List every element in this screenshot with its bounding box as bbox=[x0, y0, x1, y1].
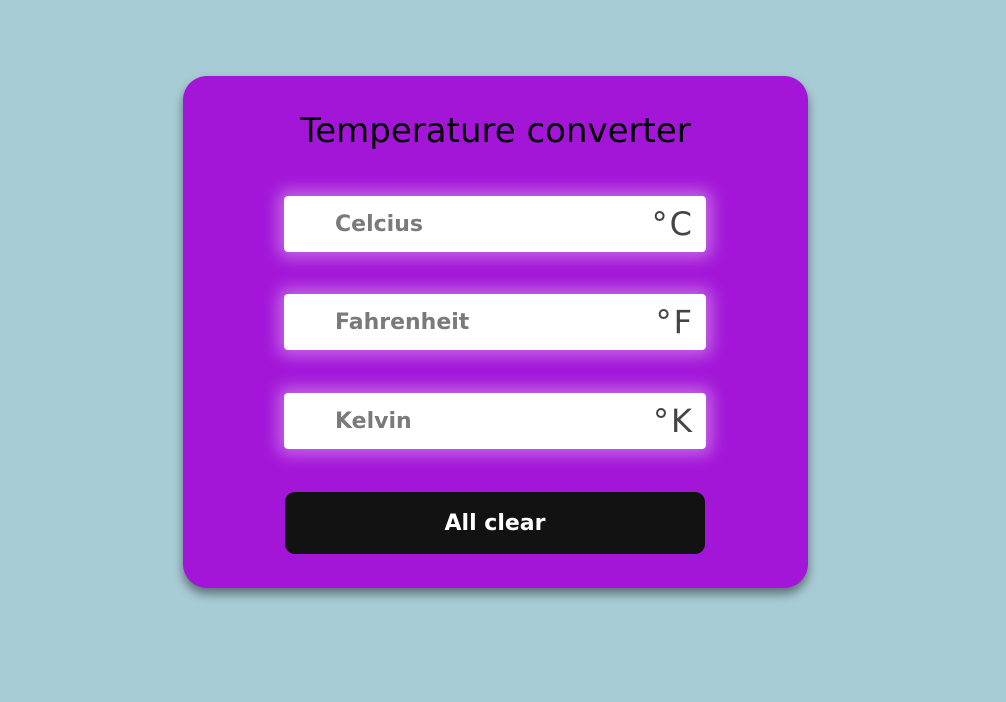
fahrenheit-input[interactable] bbox=[284, 294, 624, 350]
page-title: Temperature converter bbox=[300, 111, 691, 151]
celsius-field: °C bbox=[284, 196, 706, 252]
celsius-unit-label: °C bbox=[651, 205, 694, 243]
kelvin-unit-label: °K bbox=[653, 402, 694, 440]
converter-card: Temperature converter °C °F °K All clear bbox=[183, 76, 808, 588]
celsius-input[interactable] bbox=[284, 196, 624, 252]
fahrenheit-field: °F bbox=[284, 294, 706, 350]
kelvin-field: °K bbox=[284, 393, 706, 449]
fahrenheit-unit-label: °F bbox=[655, 303, 694, 341]
all-clear-button[interactable]: All clear bbox=[285, 492, 705, 554]
kelvin-input[interactable] bbox=[284, 393, 624, 449]
